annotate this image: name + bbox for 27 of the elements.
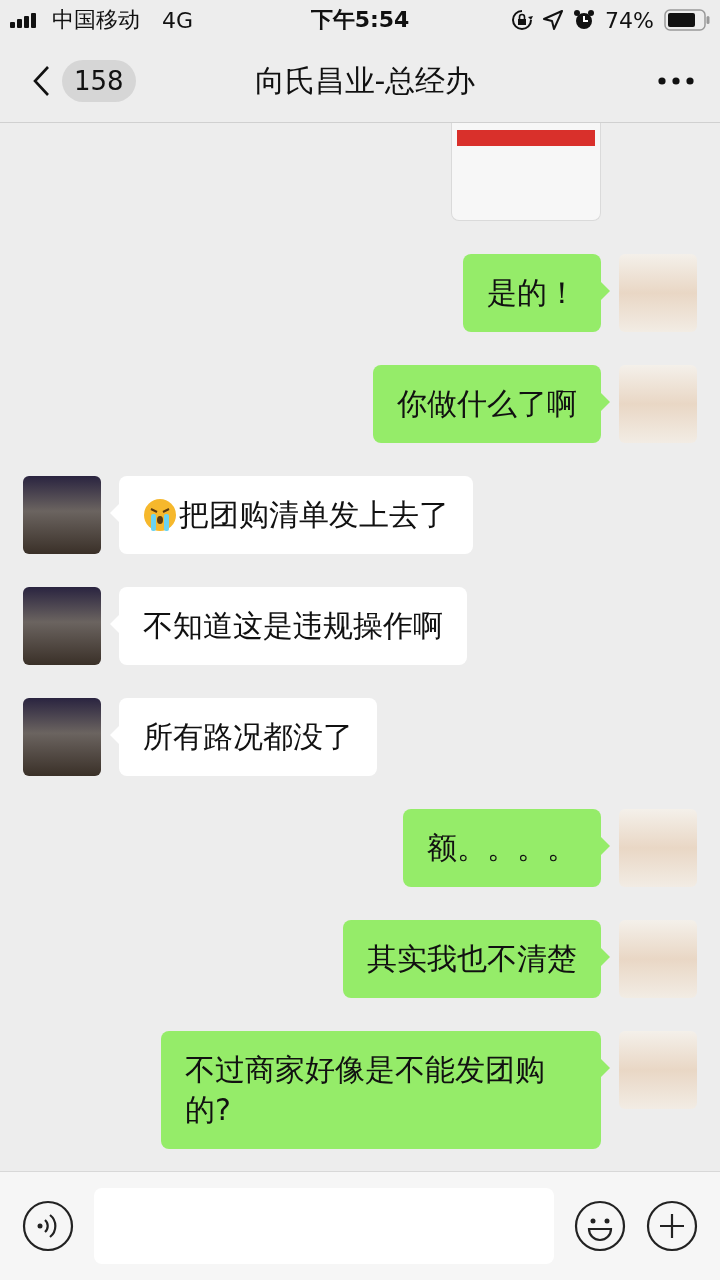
- rotation-lock-icon: [511, 9, 534, 31]
- carrier-name: 中国移动: [52, 6, 140, 34]
- avatar-placeholder[interactable]: [23, 698, 101, 776]
- message-text: 所有路况都没了: [143, 718, 353, 756]
- message-text: 额。。。。: [427, 829, 577, 867]
- emoji-icon[interactable]: [574, 1200, 626, 1252]
- unread-count-badge[interactable]: 158: [62, 60, 136, 102]
- avatar-placeholder[interactable]: [23, 476, 101, 554]
- network-type: 4G: [162, 7, 194, 33]
- status-time: 下午5:54: [310, 6, 410, 34]
- message-text: 其实我也不清楚: [367, 940, 577, 978]
- voice-icon[interactable]: [22, 1200, 74, 1252]
- message-text: 不知道这是违规操作啊: [143, 607, 443, 645]
- message-text: 是的！: [487, 274, 577, 312]
- alarm-icon: [573, 9, 596, 31]
- message-text: 你做什么了啊: [397, 385, 577, 423]
- more-icon[interactable]: [658, 77, 694, 85]
- link-card[interactable]: [451, 123, 601, 221]
- message-text: 把团购清单发上去了: [179, 496, 449, 534]
- message-text: 不过商家好像是不能发团购的?: [185, 1051, 546, 1129]
- battery-percent: 74%: [605, 7, 654, 33]
- add-icon[interactable]: [646, 1200, 698, 1252]
- back-icon[interactable]: [32, 65, 50, 97]
- avatar-placeholder[interactable]: [23, 587, 101, 665]
- location-arrow-icon: [543, 10, 564, 30]
- chat-title: 向氏昌业-总经办: [254, 61, 476, 100]
- battery-icon: [664, 9, 710, 31]
